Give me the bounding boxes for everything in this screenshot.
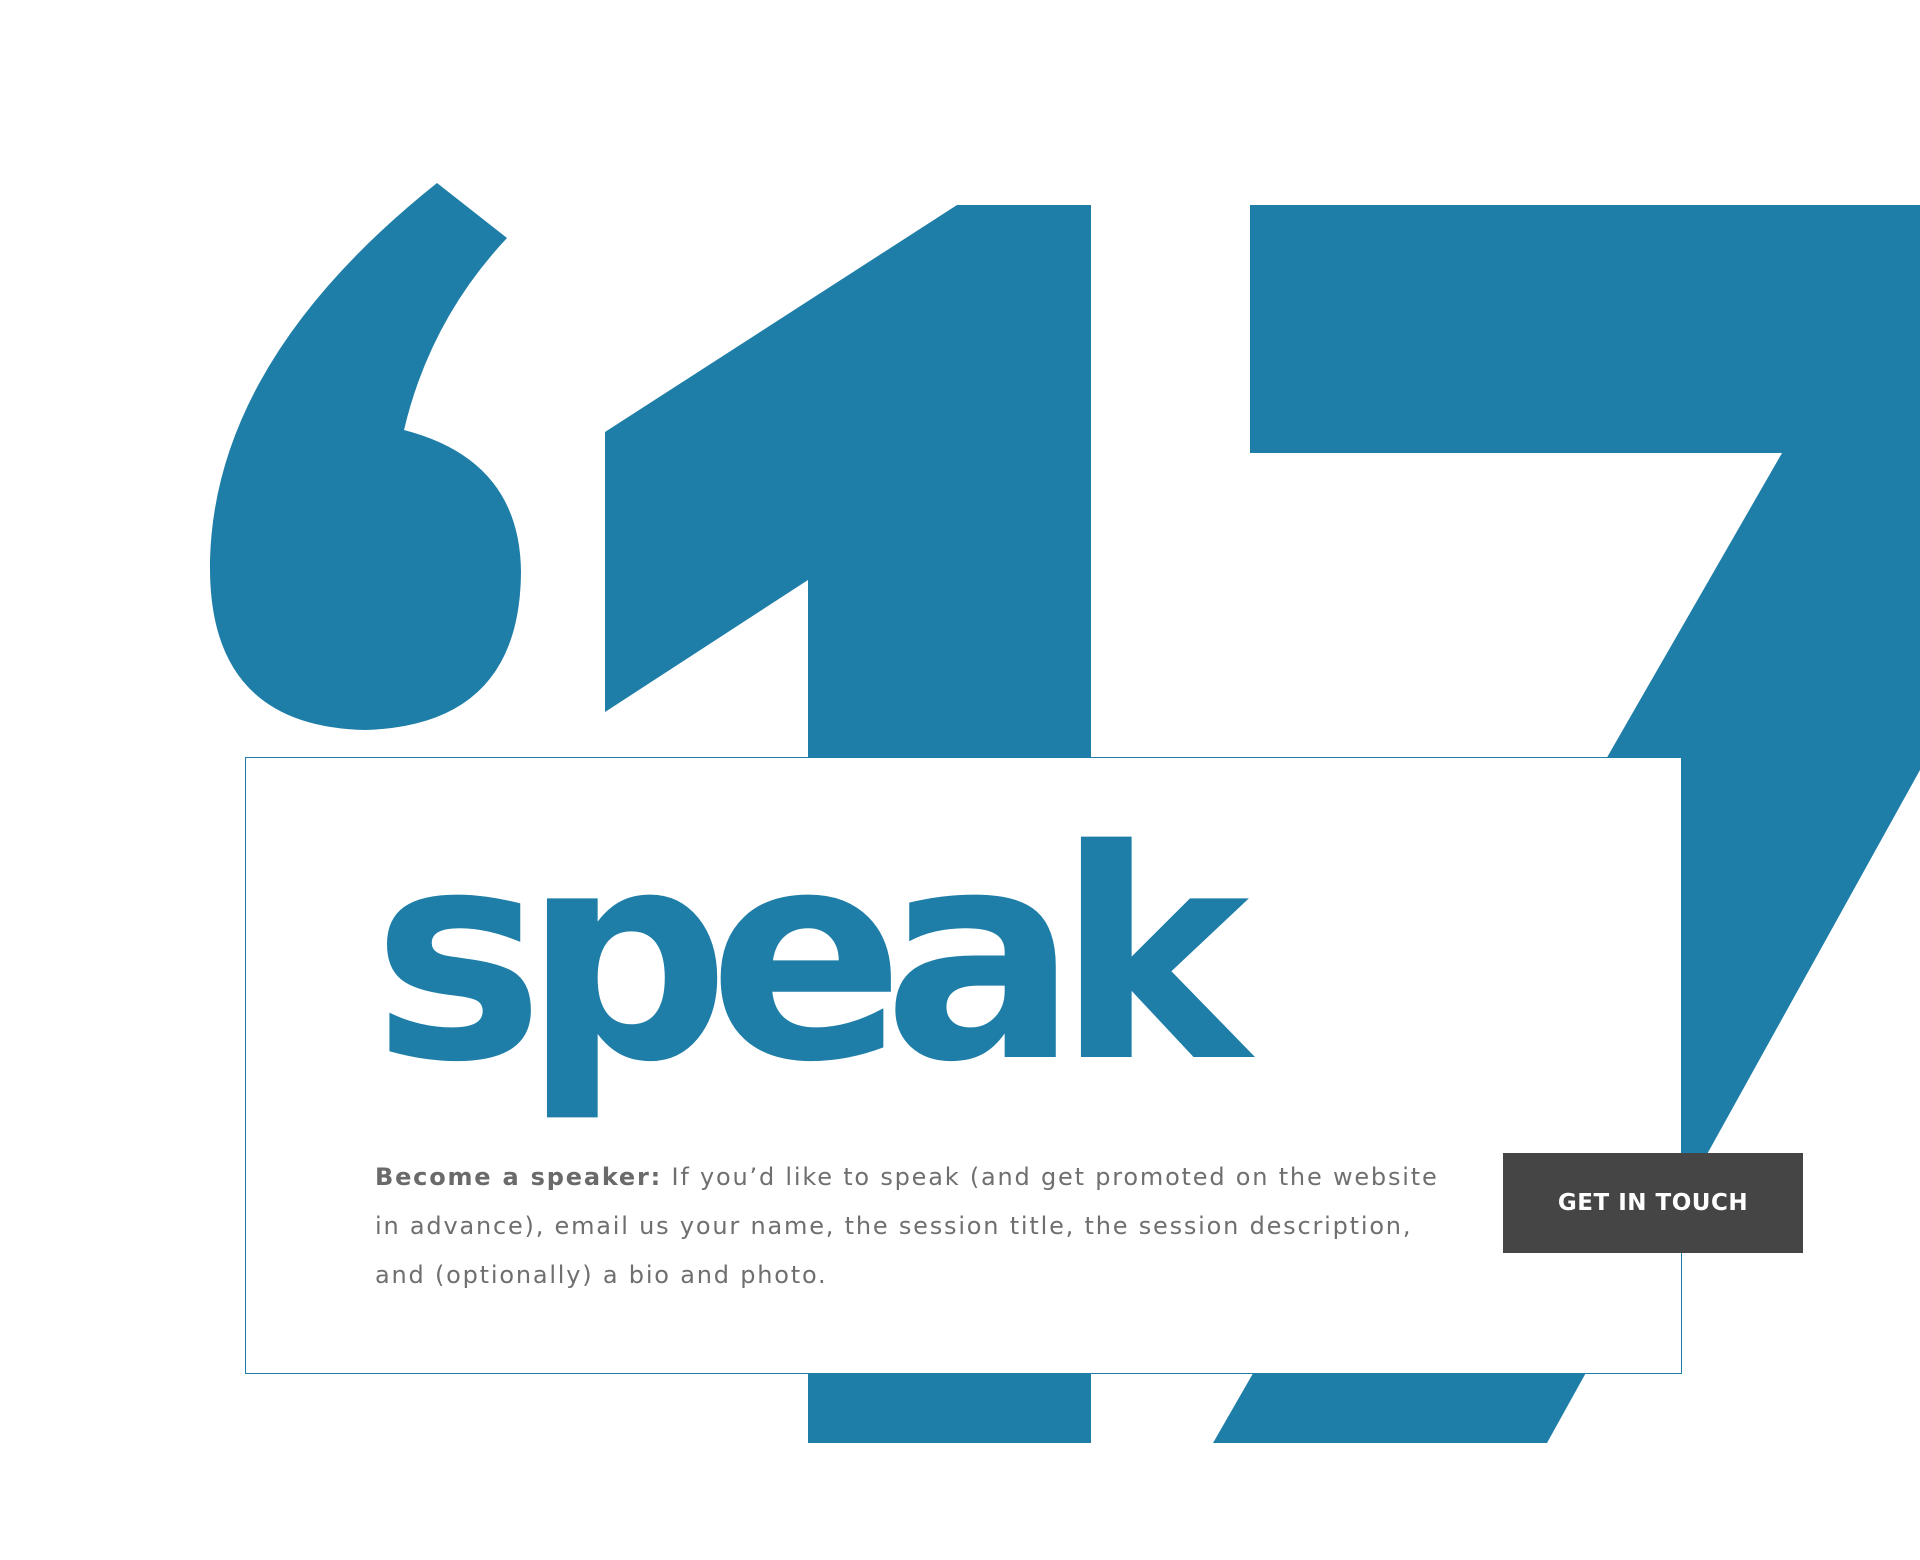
speaker-description: Become a speaker: If you’d like to speak…	[375, 1153, 1445, 1300]
get-in-touch-button[interactable]: GET IN TOUCH	[1503, 1153, 1803, 1253]
become-speaker-label: Become a speaker:	[375, 1163, 663, 1191]
speak-heading: speak	[372, 789, 1249, 1126]
quote-mark-icon	[210, 183, 521, 730]
